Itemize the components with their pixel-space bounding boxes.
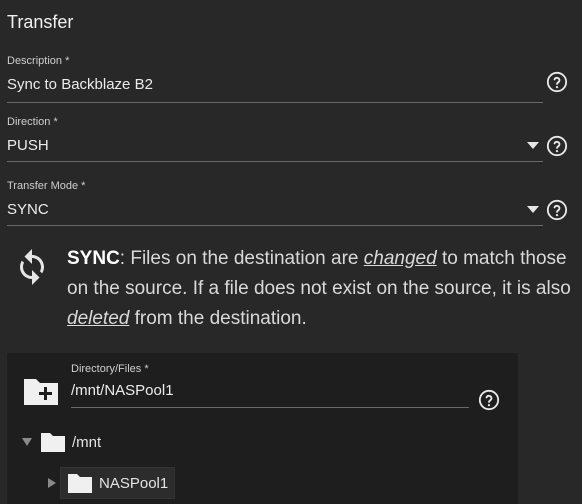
description-input[interactable]: Sync to Backblaze B2: [7, 76, 543, 93]
collapse-arrow-icon[interactable]: [48, 478, 56, 488]
tree-node-naspool1[interactable]: NASPool1: [48, 467, 176, 499]
transfer-mode-underline: [7, 225, 543, 226]
directory-files-field[interactable]: Directory/Files * /mnt/NASPool1: [71, 363, 469, 408]
tree-node-highlight[interactable]: NASPool1: [60, 467, 176, 499]
sync-changed-emphasis: changed: [363, 248, 437, 269]
description-underline: [7, 102, 543, 103]
directory-files-label: Directory/Files *: [71, 363, 149, 375]
transfer-mode-label: Transfer Mode *: [7, 180, 86, 192]
help-icon[interactable]: [546, 135, 568, 157]
transfer-mode-value: SYNC: [7, 201, 49, 218]
sync-description: SYNC: Files on the destination are chang…: [67, 244, 577, 334]
transfer-mode-select[interactable]: Transfer Mode * SYNC: [7, 180, 543, 226]
help-icon[interactable]: [546, 71, 568, 93]
description-label: Description *: [7, 55, 70, 67]
section-title: Transfer: [7, 12, 74, 32]
tree-node-label: NASPool1: [99, 474, 169, 492]
chevron-down-icon[interactable]: [527, 206, 539, 213]
description-field[interactable]: Description * Sync to Backblaze B2: [7, 55, 543, 103]
directory-explorer: Directory/Files * /mnt/NASPool1 /mnt NAS…: [7, 353, 518, 504]
tree-node-label: /mnt: [72, 433, 102, 451]
folder-icon: [41, 433, 65, 452]
sync-deleted-emphasis: deleted: [67, 308, 130, 329]
help-icon[interactable]: [546, 199, 568, 221]
expand-arrow-icon[interactable]: [22, 438, 32, 446]
direction-underline: [7, 161, 543, 162]
tree-node-mnt[interactable]: /mnt: [22, 431, 101, 453]
folder-icon: [68, 474, 92, 493]
help-icon[interactable]: [478, 389, 500, 411]
transfer-form: Transfer Description * Sync to Backblaze…: [0, 0, 582, 504]
folder-plus-icon[interactable]: [22, 375, 60, 407]
sync-text-part-3: from the destination.: [129, 308, 307, 329]
sync-text-part-1: : Files on the destination are: [119, 248, 364, 269]
sync-mode-name: SYNC: [67, 248, 120, 269]
chevron-down-icon[interactable]: [527, 142, 539, 149]
directory-files-input[interactable]: /mnt/NASPool1: [71, 382, 469, 399]
directory-files-underline: [71, 407, 469, 408]
direction-label: Direction *: [7, 116, 58, 128]
direction-select[interactable]: Direction * PUSH: [7, 116, 543, 162]
direction-value: PUSH: [7, 137, 49, 154]
sync-icon: [20, 249, 44, 285]
